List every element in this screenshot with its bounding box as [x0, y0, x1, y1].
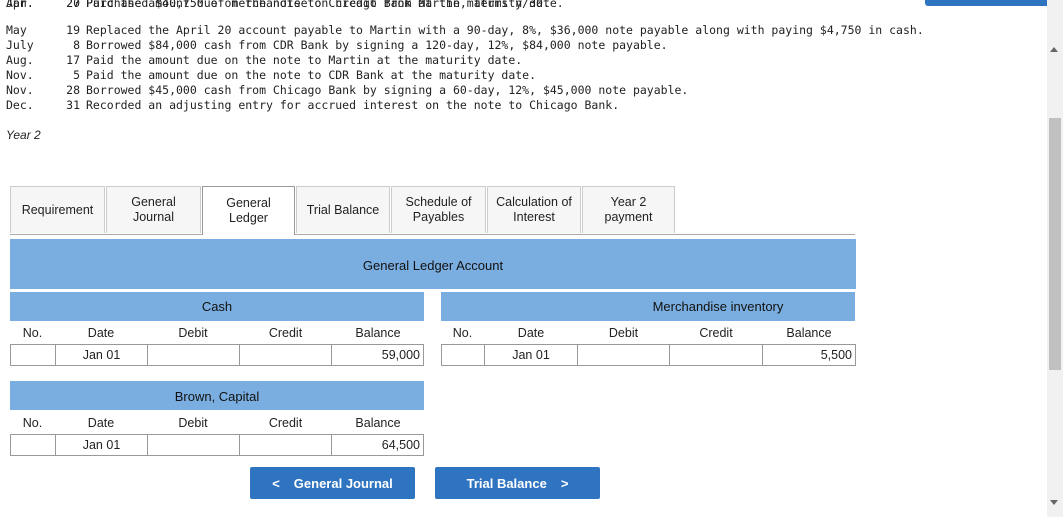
transaction-line: May 19 Replaced the April 20 account payab…	[6, 23, 924, 37]
ledger-title: General Ledger Account	[362, 258, 504, 273]
col-no: No.	[452, 326, 473, 340]
col-credit: Credit	[268, 416, 303, 430]
year2-label: Year 2	[6, 128, 41, 142]
next-trial-balance-button[interactable]: Trial Balance >	[435, 467, 600, 499]
transaction-line: Nov. 28 Borrowed $45,000 cash from Chicago…	[6, 83, 689, 97]
chevron-left-icon: <	[272, 475, 280, 491]
balance-cell: 59,000	[331, 344, 424, 366]
account-name: Cash	[201, 299, 233, 314]
col-balance: Balance	[355, 326, 401, 340]
chevron-right-icon: >	[560, 475, 569, 491]
credit-input[interactable]	[239, 344, 332, 366]
tab-calculation-of-interest[interactable]: Calculation of Interest	[487, 186, 581, 233]
date-cell: Jan 01	[484, 344, 578, 366]
col-date: Date	[87, 326, 115, 340]
tab-general-ledger[interactable]: General Ledger	[202, 186, 295, 235]
balance-cell: 5,500	[762, 344, 856, 366]
transaction-line: Aug. 17 Paid the amount due on the note to…	[6, 53, 523, 67]
no-input[interactable]	[441, 344, 485, 366]
col-balance: Balance	[355, 416, 401, 430]
prev-button-label: General Journal	[293, 475, 393, 491]
scroll-up-arrow-icon[interactable]	[1050, 47, 1058, 52]
transaction-line: Dec. 31 Recorded an adjusting entry for ac…	[6, 98, 620, 112]
tab-requirement[interactable]: Requirement	[10, 186, 105, 233]
credit-input[interactable]	[669, 344, 763, 366]
account-name: Brown, Capital	[174, 389, 260, 404]
tab-year2-payment[interactable]: Year 2 payment	[582, 186, 675, 233]
col-no: No.	[22, 326, 43, 340]
top-action-button[interactable]	[925, 0, 1053, 6]
date-cell: Jan 01	[55, 344, 148, 366]
col-credit: Credit	[699, 326, 733, 340]
no-input[interactable]	[10, 434, 56, 456]
no-input[interactable]	[10, 344, 56, 366]
prev-general-journal-button[interactable]: < General Journal	[250, 467, 415, 499]
col-no: No.	[22, 416, 43, 430]
col-debit: Debit	[608, 326, 639, 340]
col-date: Date	[87, 416, 115, 430]
tab-schedule-of-payables[interactable]: Schedule of Payables	[391, 186, 486, 233]
transaction-line: Nov. 5 Paid the amount due on the note to …	[6, 68, 537, 82]
account-name: Merchandise inventory	[652, 299, 784, 314]
credit-input[interactable]	[239, 434, 332, 456]
transaction-line: Jan. 27 Paid the amount due on the note to…	[6, 0, 564, 10]
tab-general-journal[interactable]: General Journal	[106, 186, 201, 233]
date-cell: Jan 01	[55, 434, 148, 456]
balance-cell: 64,500	[331, 434, 424, 456]
debit-input[interactable]	[147, 344, 240, 366]
transaction-line: July 8 Borrowed $84,000 cash from CDR Bank…	[6, 38, 668, 52]
tab-trial-balance[interactable]: Trial Balance	[296, 186, 390, 233]
next-button-label: Trial Balance	[466, 475, 547, 491]
col-debit: Debit	[178, 416, 208, 430]
scroll-down-arrow-icon[interactable]	[1050, 500, 1058, 505]
col-balance: Balance	[786, 326, 832, 340]
tab-bar: Requirement General Journal General Ledger…	[10, 186, 855, 235]
debit-input[interactable]	[147, 434, 240, 456]
scrollbar-thumb[interactable]	[1049, 118, 1061, 370]
col-date: Date	[517, 326, 545, 340]
col-credit: Credit	[268, 326, 303, 340]
col-debit: Debit	[178, 326, 208, 340]
debit-input[interactable]	[577, 344, 670, 366]
